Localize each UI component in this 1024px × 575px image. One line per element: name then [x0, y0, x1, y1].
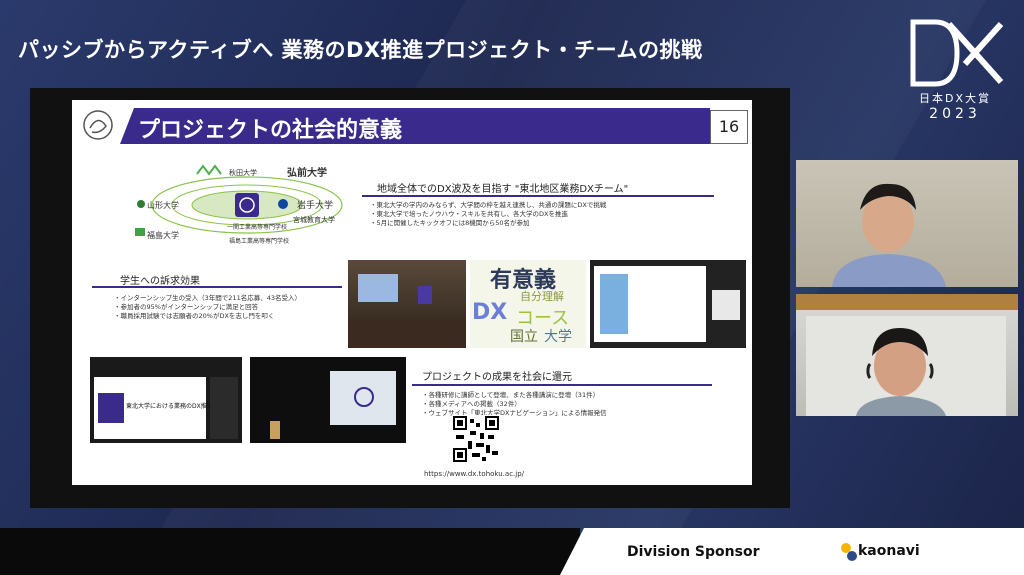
bullet-item: ・5月に開催したキックオフには8機関から50名が参加 [370, 219, 530, 227]
person-avatar [796, 294, 1018, 416]
screen-caption: 東北大学における業務のDX推進 [126, 403, 213, 410]
presentation-slide: プロジェクトの社会的意義 16 弘前大学 秋田大学 岩手大学 山形大学 福島大学… [72, 100, 752, 485]
sponsor-label: Division Sponsor [627, 544, 760, 560]
university-label: 一関工業高等専門学校 [227, 224, 288, 231]
bullet-item: ・職員採用試験では志願者の20%がDXを志し門を叩く [114, 312, 275, 320]
project-url: https://www.dx.tohoku.ac.jp/ [424, 470, 525, 478]
section-heading: 地域全体でのDX波及を目指す "東北地区業務DXチーム" [377, 184, 629, 195]
award-year: 2023 [929, 106, 981, 122]
sponsor-name: kaonavi [858, 543, 920, 559]
bullet-item: ・東北大学の学内のみならず、大学間の枠を越え連携し、共通の課題にDXで挑戦 [370, 201, 607, 209]
award-logo: 日本DX大賞 2023 [900, 18, 1010, 128]
word-cloud-word: 大学 [544, 329, 572, 345]
university-map: 弘前大学 秋田大学 岩手大学 山形大学 福島大学 宮城教育大学 一関工業高等専門… [117, 160, 357, 250]
bullet-item: ・東北大学で培ったノウハウ・スキルを共有し、各大学のDXを推進 [370, 210, 568, 218]
university-label: 福島工業高等専門学校 [229, 238, 290, 245]
bullet-list: ・各種研修に講師として登壇、また各種講演に登壇（31件） ・各種メディアへの掲載… [422, 391, 607, 418]
dx-award-icon [910, 19, 1004, 87]
word-cloud-word: 自分理解 [520, 290, 564, 303]
participant-video-1 [796, 160, 1018, 287]
bullet-list: ・東北大学の学内のみならず、大学間の枠を越え連携し、共通の課題にDXで挑戦 ・東… [370, 201, 606, 228]
slide-title: プロジェクトの社会的意義 [138, 118, 403, 143]
lecture-screenshot: 東北大学における業務のDX推進 [90, 357, 242, 443]
event-photo [348, 260, 466, 348]
slide-page-number: 16 [710, 110, 748, 144]
university-label: 福島大学 [147, 231, 179, 240]
bullet-item: ・インターンシップ生の受入（3年間で211名応募、43名受入） [114, 294, 301, 302]
bullet-list: ・インターンシップ生の受入（3年間で211名応募、43名受入） ・参加者の95%… [114, 294, 301, 321]
participant-video-2 [796, 294, 1018, 416]
page-title: パッシブからアクティブへ 業務のDX推進プロジェクト・チームの挑戦 [18, 38, 703, 62]
stage-photo [250, 357, 406, 443]
university-label: 岩手大学 [297, 201, 334, 211]
university-label: 宮城教育大学 [293, 216, 335, 224]
university-label: 山形大学 [147, 201, 179, 210]
qr-code-icon [452, 415, 500, 463]
word-cloud-word: DX [472, 300, 508, 325]
university-label: 秋田大学 [229, 169, 257, 177]
section-divider [362, 195, 714, 197]
online-meeting-photo [590, 260, 746, 348]
shared-screen: プロジェクトの社会的意義 16 弘前大学 秋田大学 岩手大学 山形大学 福島大学… [30, 88, 790, 508]
word-cloud-word: 国立 [510, 329, 538, 345]
bullet-item: ・各種メディアへの掲載（32件） [422, 400, 521, 408]
bullet-item: ・各種研修に講師として登壇、また各種講演に登壇（31件） [422, 391, 600, 399]
award-name: 日本DX大賞 [918, 92, 991, 105]
bullet-item: ・参加者の95%がインターンシップに満足と回答 [114, 303, 259, 311]
university-label: 弘前大学 [287, 168, 327, 179]
section-divider [412, 384, 712, 386]
section-heading: 学生への訴求効果 [120, 276, 200, 287]
university-crest-icon [83, 110, 113, 140]
word-cloud: 有意義 自分理解 DX コース 国立 大学 [470, 260, 586, 348]
person-avatar [832, 183, 946, 287]
section-heading: プロジェクトの成果を社会に還元 [422, 372, 572, 383]
bullet-item: ・ウェブサイト「東北大学DXナビゲーション」による情報発信 [422, 409, 607, 417]
footer-bar [0, 528, 580, 575]
section-divider [92, 286, 342, 288]
